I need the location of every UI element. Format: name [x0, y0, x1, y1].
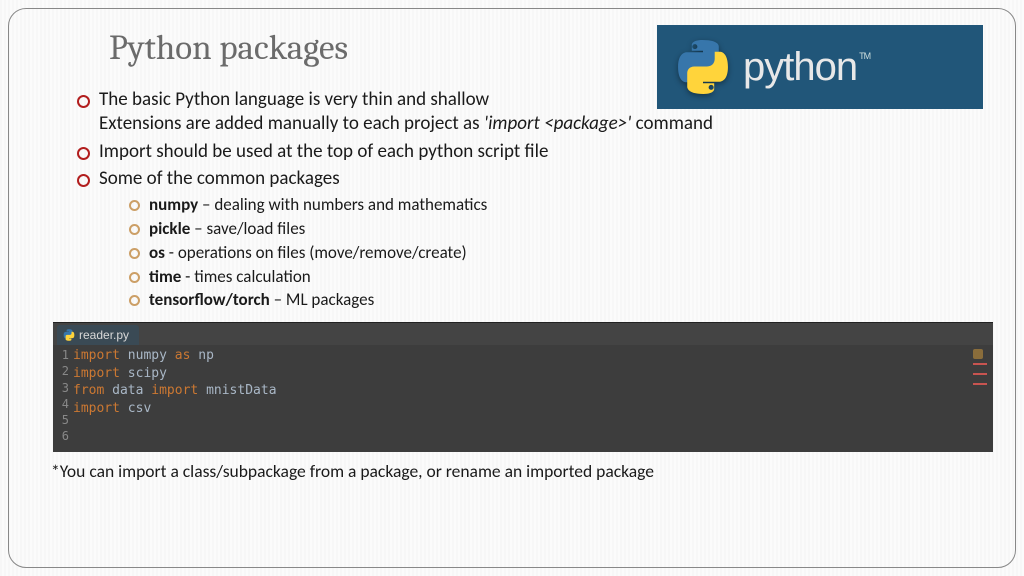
- bullet-common-packages: Some of the common packages numpy – deal…: [77, 167, 975, 312]
- pkg-name: tensorflow/torch: [149, 289, 270, 310]
- line-num: 3: [53, 380, 69, 396]
- list-item: time - times calculation: [129, 265, 975, 289]
- line-num: 4: [53, 396, 69, 412]
- python-file-icon: [63, 329, 75, 341]
- list-item: pickle – save/load files: [129, 217, 975, 241]
- sep: –: [198, 194, 214, 215]
- python-wordmark: pythonTM: [743, 45, 868, 90]
- package-list: numpy – dealing with numbers and mathema…: [129, 193, 975, 312]
- sep: -: [165, 242, 178, 263]
- pkg-desc: save/load files: [206, 218, 305, 239]
- warning-marker-icon: [973, 349, 983, 359]
- list-item: tensorflow/torch – ML packages: [129, 288, 975, 312]
- pkg-name: time: [149, 266, 181, 287]
- error-marker-icon: [973, 383, 987, 385]
- main-bullet-list: The basic Python language is very thin a…: [77, 88, 975, 312]
- list-item: os - operations on files (move/remove/cr…: [129, 241, 975, 265]
- text: command: [631, 112, 713, 135]
- pkg-desc: dealing with numbers and mathematics: [214, 194, 487, 215]
- tm-mark: TM: [859, 51, 870, 61]
- sep: -: [181, 266, 194, 287]
- text: The basic Python language is very thin a…: [99, 88, 489, 111]
- code-editor-screenshot: reader.py 1 2 3 4 5 6 import numpy as np…: [53, 322, 993, 452]
- line-num: 1: [53, 347, 69, 363]
- code-text: import numpy as np import scipy from dat…: [73, 347, 993, 444]
- tab-filename: reader.py: [79, 328, 129, 342]
- slide-frame: Python packages pythonTM The basic Pytho…: [8, 8, 1016, 568]
- text-italic: 'import <package>': [484, 112, 631, 135]
- pkg-name: os: [149, 242, 165, 263]
- list-item: numpy – dealing with numbers and mathema…: [129, 193, 975, 217]
- text: Some of the common packages: [99, 167, 340, 190]
- sep: –: [270, 289, 286, 310]
- editor-tab: reader.py: [57, 325, 139, 345]
- pkg-name: pickle: [149, 218, 190, 239]
- python-logo-icon: [675, 39, 731, 95]
- line-num: 5: [53, 412, 69, 428]
- bullet-import-top: Import should be used at the top of each…: [77, 140, 975, 164]
- pkg-desc: ML packages: [286, 289, 374, 310]
- sep: –: [190, 218, 206, 239]
- line-num: 2: [53, 363, 69, 379]
- text: Extensions are added manually to each pr…: [99, 112, 484, 135]
- code-body: 1 2 3 4 5 6 import numpy as np import sc…: [53, 345, 993, 452]
- error-marker-icon: [973, 363, 987, 365]
- line-gutter: 1 2 3 4 5 6: [53, 347, 73, 444]
- slide-title: Python packages: [109, 27, 348, 68]
- editor-tabbar: reader.py: [53, 323, 993, 345]
- pkg-desc: operations on files (move/remove/create): [178, 242, 467, 263]
- bullet-intro: The basic Python language is very thin a…: [77, 88, 975, 137]
- footnote-text: *You can import a class/subpackage from …: [51, 460, 975, 482]
- editor-markers: [973, 349, 987, 393]
- pkg-desc: times calculation: [194, 266, 310, 287]
- error-marker-icon: [973, 373, 987, 375]
- wordmark-text: python: [743, 45, 857, 89]
- line-num: 6: [53, 428, 69, 444]
- pkg-name: numpy: [149, 194, 198, 215]
